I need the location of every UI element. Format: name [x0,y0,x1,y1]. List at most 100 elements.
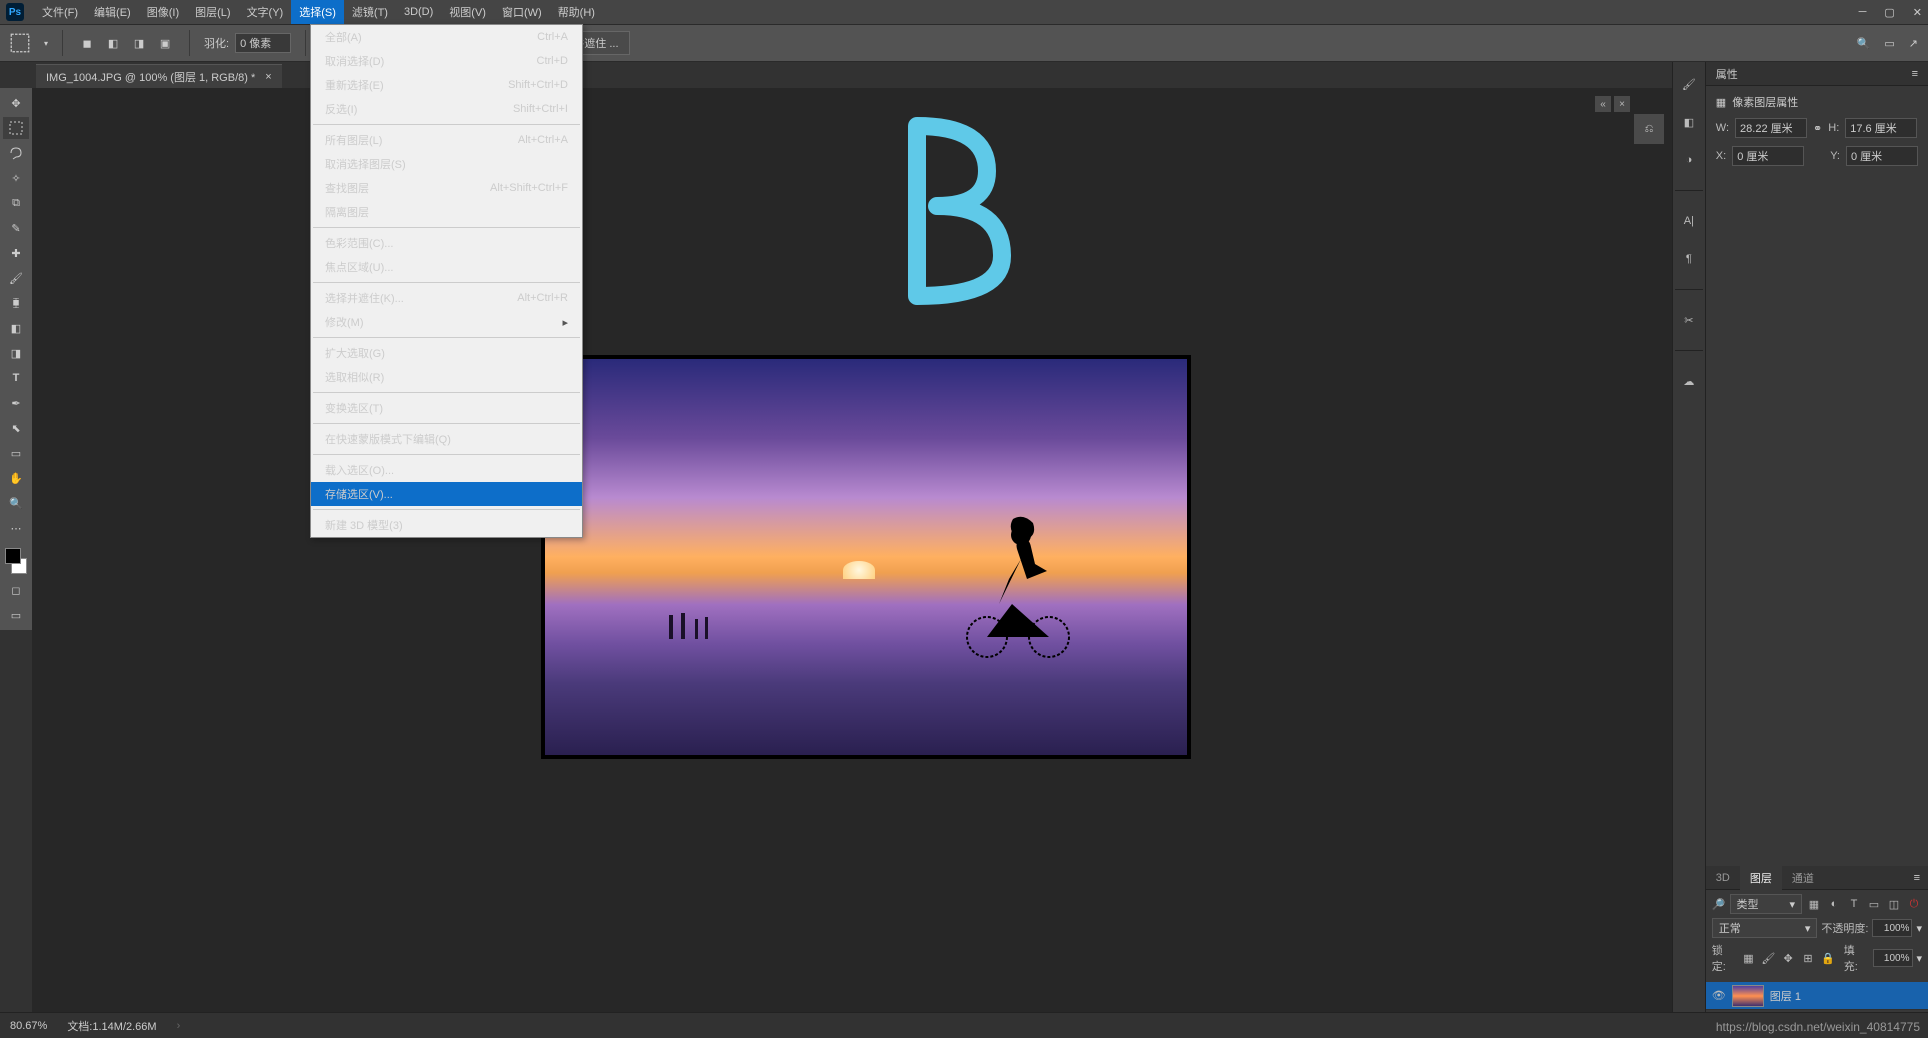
gradient-tool[interactable]: ◨ [3,342,29,364]
menu-isolate-layers[interactable]: 隔离图层 [311,200,582,224]
chevron-down-icon[interactable]: ▾ [44,39,48,48]
tab-3d[interactable]: 3D [1706,866,1740,890]
lock-artboard-icon[interactable]: ⊞ [1800,950,1816,966]
menu-similar[interactable]: 选取相似(R) [311,365,582,389]
swatches-panel-icon[interactable]: ◧ [1677,110,1701,134]
crop-tool[interactable]: ⧉ [3,192,29,214]
marquee-tool[interactable] [3,117,29,139]
minimize-icon[interactable]: ─ [1859,6,1867,18]
menu-save-selection[interactable]: 存储选区(V)... [311,482,582,506]
lasso-tool[interactable] [3,142,29,164]
filter-toggle-icon[interactable]: ⏻ [1906,896,1922,912]
menu-view[interactable]: 视图(V) [441,0,494,24]
menu-type[interactable]: 文字(Y) [239,0,292,24]
visibility-icon[interactable]: 👁 [1712,989,1726,1002]
link-wh-icon[interactable]: ⚭ [1813,122,1822,135]
feather-input[interactable] [235,33,291,53]
move-tool[interactable]: ✥ [3,92,29,114]
width-value-input[interactable] [1735,118,1807,138]
character-panel-icon[interactable]: A| [1677,209,1701,233]
menu-image[interactable]: 图像(I) [139,0,187,24]
search-icon[interactable]: 🔍 [1857,37,1871,50]
lock-all-icon[interactable]: 🔒 [1820,950,1836,966]
height-value-input[interactable] [1845,118,1917,138]
menu-all-layers[interactable]: 所有图层(L)Alt+Ctrl+A [311,128,582,152]
lock-pixels-icon[interactable]: ▦ [1741,950,1757,966]
magic-wand-tool[interactable]: ✧ [3,167,29,189]
filter-image-icon[interactable]: ▦ [1806,896,1822,912]
menu-3d[interactable]: 3D(D) [396,0,441,24]
workspace-icon[interactable]: ▭ [1884,37,1894,50]
intersect-selection-icon[interactable]: ▣ [155,33,175,53]
zoom-tool[interactable]: 🔍 [3,492,29,514]
menu-select-all[interactable]: 全部(A)Ctrl+A [311,25,582,49]
menu-edit[interactable]: 编辑(E) [86,0,139,24]
color-swatches[interactable] [3,546,29,576]
filter-shape-icon[interactable]: ▭ [1866,896,1882,912]
brush-panel-icon[interactable]: 🖌 [1677,72,1701,96]
close-tab-icon[interactable]: × [265,71,271,83]
menu-file[interactable]: 文件(F) [34,0,86,24]
menu-select[interactable]: 选择(S) [291,0,344,24]
adjustments-panel-icon[interactable]: ◑ [1677,148,1701,172]
filter-adjust-icon[interactable]: ◐ [1826,896,1842,912]
history-panel-icon[interactable]: ⎌ [1634,114,1664,144]
tool-preset-icon[interactable] [10,33,30,53]
healing-tool[interactable]: ✚ [3,242,29,264]
maximize-icon[interactable]: ▢ [1884,6,1894,19]
eraser-tool[interactable]: ◧ [3,317,29,339]
menu-quickmask-edit[interactable]: 在快速蒙版模式下编辑(Q) [311,427,582,451]
zoom-level[interactable]: 80.67% [10,1020,47,1032]
stamp-tool[interactable]: ⧯ [3,292,29,314]
menu-deselect-layers[interactable]: 取消选择图层(S) [311,152,582,176]
type-tool[interactable]: T [3,367,29,389]
opacity-input[interactable] [1872,919,1912,937]
status-expand-icon[interactable]: › [177,1020,181,1032]
path-select-tool[interactable]: ⬉ [3,417,29,439]
tab-channels[interactable]: 通道 [1782,866,1824,890]
close-panel-icon[interactable]: × [1614,96,1630,112]
filter-type-icon[interactable]: T [1846,896,1862,912]
menu-inverse[interactable]: 反选(I)Shift+Ctrl+I [311,97,582,121]
add-selection-icon[interactable]: ◧ [103,33,123,53]
doc-size[interactable]: 文档:1.14M/2.66M [67,1018,156,1034]
menu-filter[interactable]: 滤镜(T) [344,0,396,24]
menu-find-layers[interactable]: 查找图层Alt+Shift+Ctrl+F [311,176,582,200]
menu-layer[interactable]: 图层(L) [187,0,238,24]
collapse-panel-icon[interactable]: « [1595,96,1611,112]
canvas-area[interactable]: « × ⎌ [32,88,1672,1012]
more-tools[interactable]: ⋯ [3,517,29,539]
shape-tool[interactable]: ▭ [3,442,29,464]
menu-modify[interactable]: 修改(M)▸ [311,310,582,334]
tab-layers[interactable]: 图层 [1740,866,1782,890]
menu-new-3d-extrusion[interactable]: 新建 3D 模型(3) [311,513,582,537]
panel-menu-icon[interactable]: ≡ [1912,68,1918,80]
blend-mode-select[interactable]: 正常▾ [1712,918,1818,938]
screenmode-icon[interactable]: ▭ [3,604,29,626]
libraries-panel-icon[interactable]: ☁ [1677,369,1701,393]
close-icon[interactable]: ✕ [1913,6,1922,19]
layer-filter-select[interactable]: 类型▾ [1730,894,1803,914]
eyedropper-tool[interactable]: ✎ [3,217,29,239]
menu-help[interactable]: 帮助(H) [550,0,603,24]
menu-select-and-mask[interactable]: 选择并遮住(K)...Alt+Ctrl+R [311,286,582,310]
paragraph-panel-icon[interactable]: ¶ [1677,247,1701,271]
share-icon[interactable]: ↗ [1909,37,1918,50]
lock-position-icon[interactable]: ✥ [1780,950,1796,966]
search-icon[interactable]: 🔎 [1712,898,1726,911]
menu-transform-selection[interactable]: 变换选区(T) [311,396,582,420]
menu-load-selection[interactable]: 载入选区(O)... [311,458,582,482]
brush-tool[interactable]: 🖌 [3,267,29,289]
pen-tool[interactable]: ✒ [3,392,29,414]
new-selection-icon[interactable]: ◼ [77,33,97,53]
menu-color-range[interactable]: 色彩范围(C)... [311,231,582,255]
fill-input[interactable] [1873,949,1913,967]
subtract-selection-icon[interactable]: ◨ [129,33,149,53]
menu-grow[interactable]: 扩大选取(G) [311,341,582,365]
layer-panel-menu-icon[interactable]: ≡ [1914,872,1928,884]
menu-deselect[interactable]: 取消选择(D)Ctrl+D [311,49,582,73]
lock-paint-icon[interactable]: 🖌 [1760,950,1776,966]
layer-row[interactable]: 👁 图层 1 [1706,982,1928,1010]
quickmask-icon[interactable]: ◻ [3,579,29,601]
filter-smart-icon[interactable]: ◫ [1886,896,1902,912]
